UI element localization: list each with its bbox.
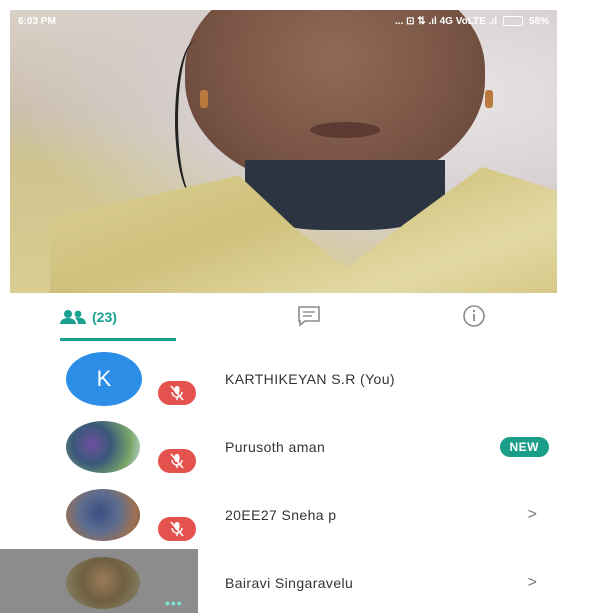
participant-name: KARTHIKEYAN S.R (You) [225,371,395,387]
tab-info[interactable] [391,293,557,341]
mic-off-icon [158,381,196,405]
network-indicators: ... ⊡ ⇅ .ıl 4G VoLTE .ıl [395,15,497,27]
tab-participants[interactable]: (23) [10,293,226,341]
tab-chat[interactable] [226,293,392,341]
participant-name: Purusoth aman [225,439,326,455]
more-icon[interactable]: ••• [165,595,183,611]
participant-row[interactable]: Purusoth aman NEW [10,413,557,481]
participant-list: K KARTHIKEYAN S.R (You) Purusoth aman NE… [0,345,557,613]
participant-count: (23) [92,309,117,325]
earring-right [485,90,493,108]
chevron-right-icon[interactable]: > [528,574,537,592]
battery-icon [502,16,523,26]
status-icons: ... ⊡ ⇅ .ıl 4G VoLTE .ıl 58% [395,16,549,27]
status-time: 6:03 PM [18,15,56,27]
info-icon [462,304,486,331]
avatar [66,421,140,473]
video-lips [310,122,380,138]
avatar-initial: K [96,366,112,391]
battery-level: 58% [528,15,549,27]
participant-row[interactable]: K KARTHIKEYAN S.R (You) [10,345,557,413]
avatar [66,557,140,609]
video-feed[interactable] [10,10,557,293]
participant-row[interactable]: ••• Bairavi Singaravelu > [0,549,557,613]
chevron-right-icon[interactable]: > [528,506,537,524]
people-icon [60,309,86,325]
participant-name: Bairavi Singaravelu [225,575,354,591]
participant-row[interactable]: 20EE27 Sneha p > [10,481,557,549]
tab-bar: (23) [10,293,557,341]
mic-off-icon [158,449,196,473]
mic-off-icon [158,517,196,541]
avatar: K [66,352,142,406]
status-bar: 6:03 PM ... ⊡ ⇅ .ıl 4G VoLTE .ıl 58% [10,10,557,32]
earphone-cable [175,40,218,200]
avatar [66,489,140,541]
chat-icon [297,305,321,330]
earring-left [200,90,208,108]
new-badge: NEW [499,437,549,457]
meeting-screen: 6:03 PM ... ⊡ ⇅ .ıl 4G VoLTE .ıl 58% (23… [0,0,592,613]
participant-name: 20EE27 Sneha p [225,507,337,523]
